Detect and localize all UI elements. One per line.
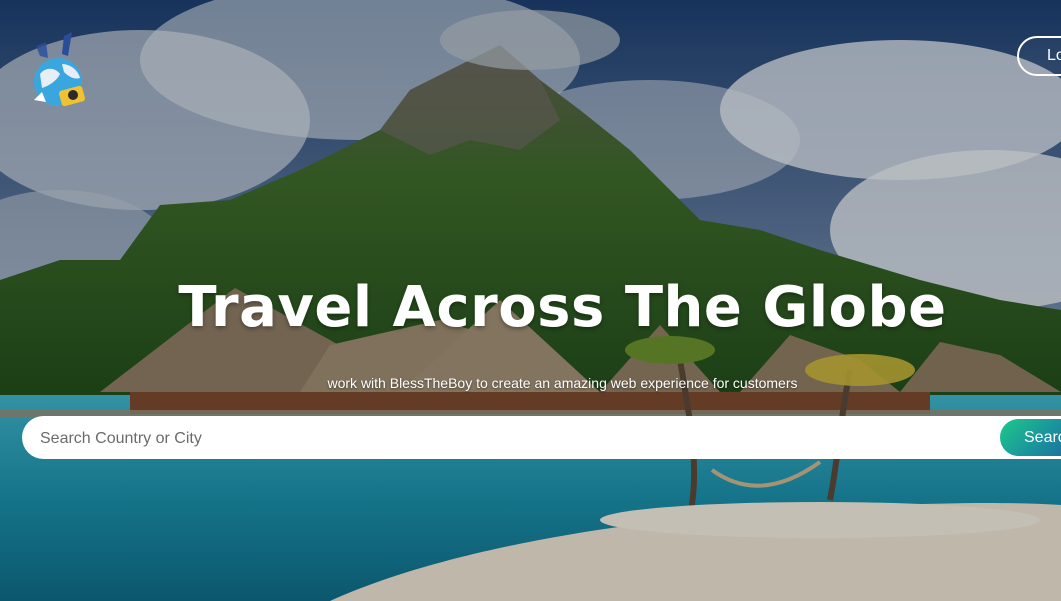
globe-camera-logo-icon[interactable] bbox=[28, 30, 90, 110]
hero-subtitle: work with BlessTheBoy to create an amazi… bbox=[327, 375, 798, 391]
search-bar bbox=[22, 416, 1061, 461]
search-button[interactable]: Searc bbox=[1000, 419, 1061, 456]
login-button[interactable]: Lo bbox=[1017, 36, 1061, 76]
search-input[interactable] bbox=[38, 416, 982, 461]
hero-title: Travel Across The Globe bbox=[178, 275, 947, 340]
